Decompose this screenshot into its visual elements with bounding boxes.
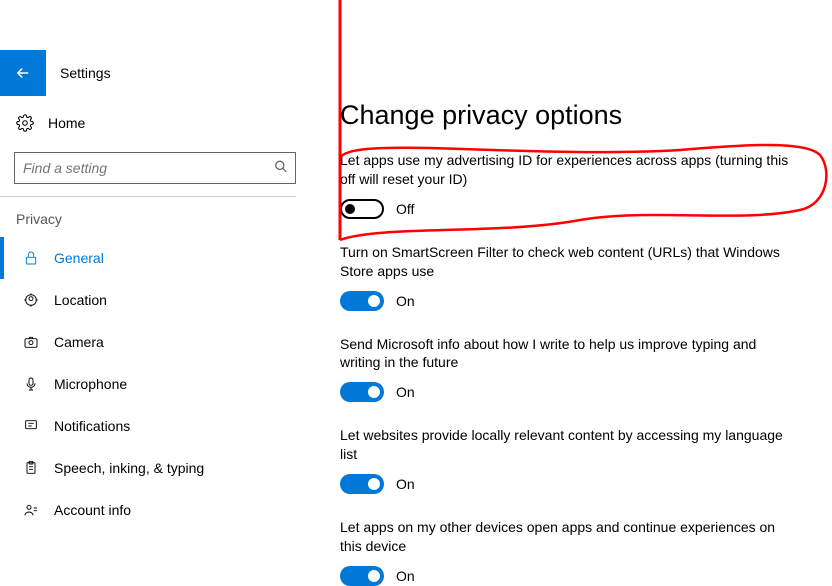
gear-icon — [16, 114, 34, 132]
sidebar-item-home[interactable]: Home — [0, 102, 310, 144]
nav-label: Account info — [54, 502, 131, 518]
camera-icon — [22, 333, 40, 351]
account-icon — [22, 501, 40, 519]
toggle-state-label: On — [396, 476, 415, 492]
back-arrow-icon — [14, 64, 32, 82]
nav-label: Speech, inking, & typing — [54, 460, 204, 476]
clipboard-icon — [22, 459, 40, 477]
lock-icon — [22, 249, 40, 267]
toggle-state-label: On — [396, 568, 415, 584]
back-button[interactable] — [0, 50, 46, 96]
toggle-send-typing-info[interactable] — [340, 382, 384, 402]
nav-label: Notifications — [54, 418, 130, 434]
sidebar-item-notifications[interactable]: Notifications — [0, 405, 310, 447]
setting-desc: Let apps use my advertising ID for exper… — [340, 151, 800, 189]
sidebar-item-general[interactable]: General — [0, 237, 310, 279]
nav-label: Microphone — [54, 376, 127, 392]
sidebar-item-speech-inking-typing[interactable]: Speech, inking, & typing — [0, 447, 310, 489]
toggle-state-label: On — [396, 293, 415, 309]
notifications-icon — [22, 417, 40, 435]
microphone-icon — [22, 375, 40, 393]
sidebar-item-account-info[interactable]: Account info — [0, 489, 310, 531]
setting-desc: Send Microsoft info about how I write to… — [340, 335, 800, 373]
sidebar-item-camera[interactable]: Camera — [0, 321, 310, 363]
setting-desc: Turn on SmartScreen Filter to check web … — [340, 243, 800, 281]
nav-label: General — [54, 250, 104, 266]
setting-advertising-id: Let apps use my advertising ID for exper… — [340, 151, 802, 219]
page-title: Change privacy options — [340, 100, 802, 131]
sidebar-item-microphone[interactable]: Microphone — [0, 363, 310, 405]
setting-send-typing-info: Send Microsoft info about how I write to… — [340, 335, 802, 403]
toggle-cross-device[interactable] — [340, 566, 384, 586]
search-box — [14, 152, 296, 184]
nav-label: Location — [54, 292, 107, 308]
setting-smartscreen: Turn on SmartScreen Filter to check web … — [340, 243, 802, 311]
app-title: Settings — [46, 65, 111, 81]
sidebar-section-heading: Privacy — [0, 197, 310, 237]
toggle-smartscreen[interactable] — [340, 291, 384, 311]
search-icon — [274, 160, 288, 177]
toggle-state-label: Off — [396, 201, 414, 217]
toggle-language-list[interactable] — [340, 474, 384, 494]
toggle-state-label: On — [396, 384, 415, 400]
setting-cross-device: Let apps on my other devices open apps a… — [340, 518, 802, 586]
setting-language-list: Let websites provide locally relevant co… — [340, 426, 802, 494]
toggle-advertising-id[interactable] — [340, 199, 384, 219]
main-content: Change privacy options Let apps use my a… — [310, 0, 832, 585]
location-icon — [22, 291, 40, 309]
sidebar: Settings Home Privacy General Location — [0, 0, 310, 585]
title-bar: Settings — [0, 50, 310, 96]
setting-desc: Let apps on my other devices open apps a… — [340, 518, 800, 556]
nav-label: Home — [48, 115, 85, 131]
search-input[interactable] — [14, 152, 296, 184]
setting-desc: Let websites provide locally relevant co… — [340, 426, 800, 464]
sidebar-item-location[interactable]: Location — [0, 279, 310, 321]
nav-label: Camera — [54, 334, 104, 350]
